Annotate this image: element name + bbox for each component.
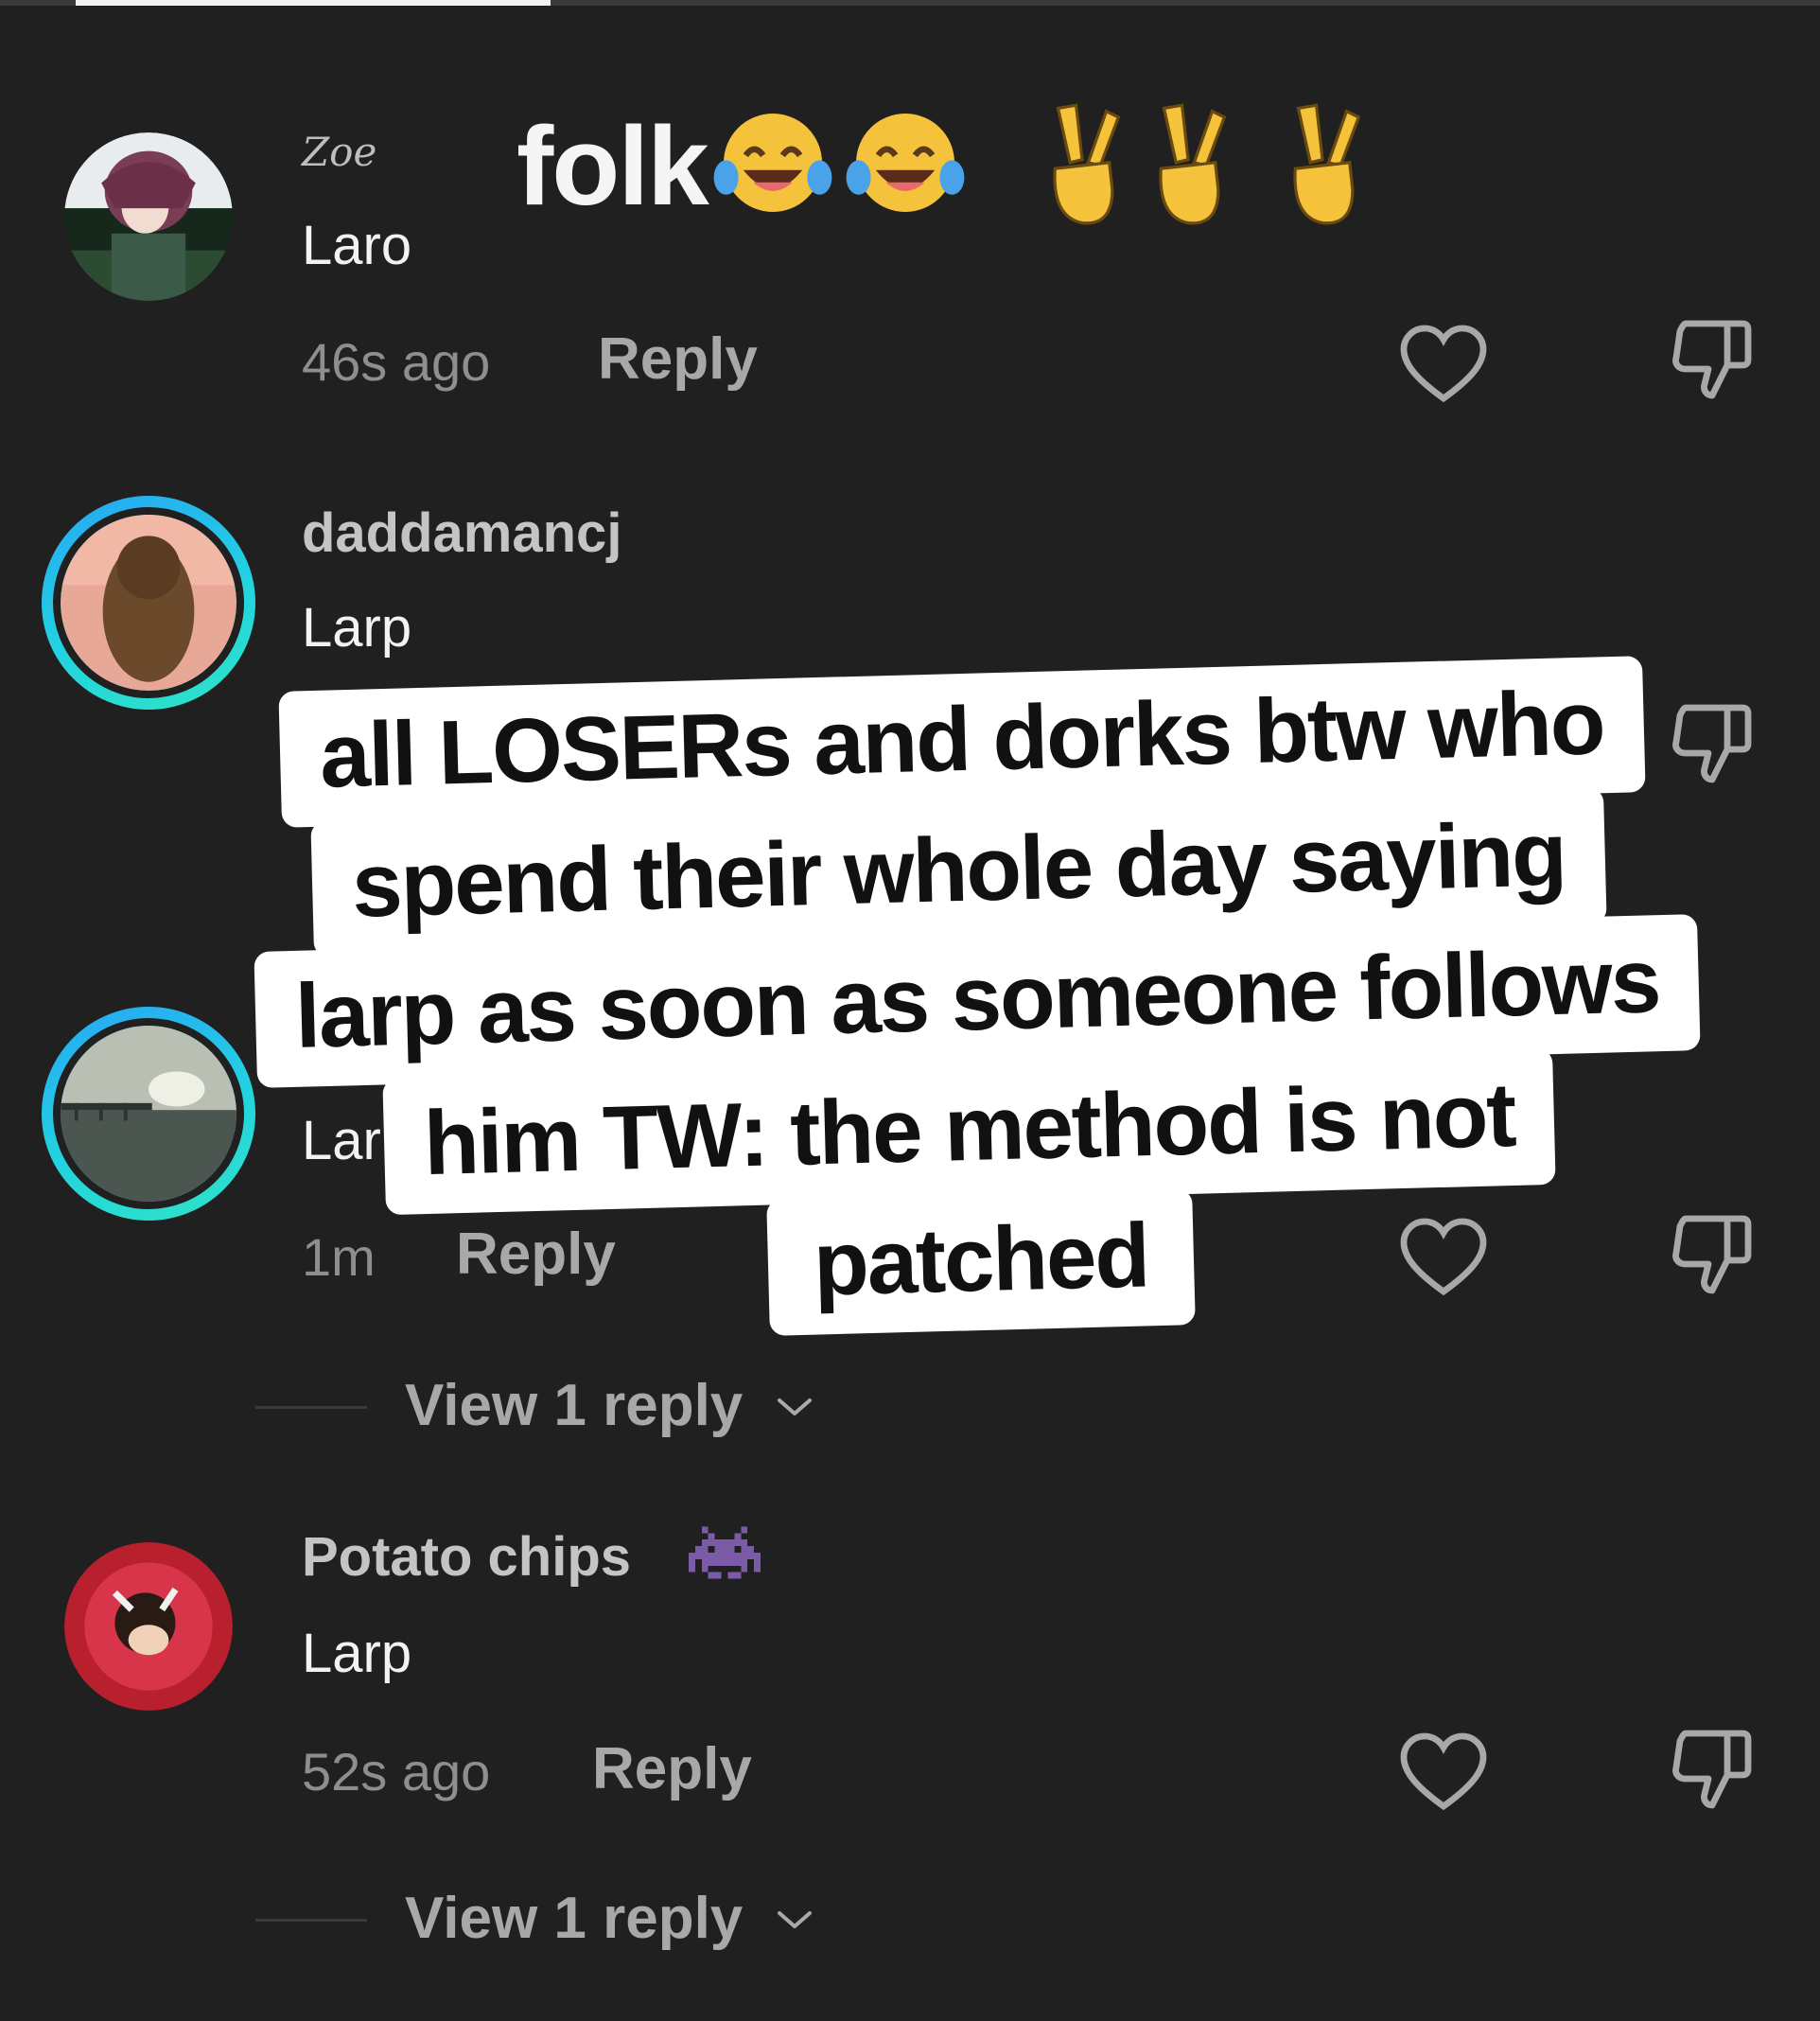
divider <box>255 1406 367 1409</box>
timestamp: 52s ago <box>302 1742 491 1801</box>
tears-of-joy-emoji <box>846 114 965 212</box>
overlay-title-text: folk <box>516 104 709 229</box>
thumbs-down-icon[interactable] <box>1667 696 1758 787</box>
overlay-caption-line: patched <box>766 1188 1196 1336</box>
avatar[interactable] <box>42 1007 255 1221</box>
view-replies-button[interactable]: View 1 reply <box>255 1368 918 1444</box>
thumbs-down-icon[interactable] <box>1667 1207 1758 1298</box>
space-invader-icon <box>689 1526 761 1579</box>
victory-hand-emoji <box>1293 103 1361 225</box>
username[interactable]: daddamancj <box>302 501 621 565</box>
view-replies-label: View 1 reply <box>405 1373 744 1438</box>
tab-bar-indicator <box>76 0 551 6</box>
anime-character-red-avatar <box>64 1542 233 1711</box>
anime-girl-avatar <box>64 132 233 301</box>
thumbs-down-icon[interactable] <box>1667 312 1758 403</box>
view-replies-label: View 1 reply <box>405 1886 744 1951</box>
reply-button[interactable]: Reply <box>598 325 758 393</box>
long-hair-person-avatar <box>61 515 236 691</box>
heart-icon[interactable] <box>1398 1215 1489 1300</box>
reply-button[interactable]: Reply <box>592 1735 752 1802</box>
avatar[interactable] <box>42 496 255 710</box>
username[interactable]: Potato chips <box>302 1525 631 1589</box>
victory-hand-emoji <box>1159 103 1227 225</box>
comment-text: Lar <box>302 1110 381 1171</box>
sea-pier-avatar <box>61 1026 236 1202</box>
timestamp: 46s ago <box>302 332 491 392</box>
comment-text: Laro <box>302 215 412 276</box>
avatar[interactable] <box>64 1542 233 1711</box>
victory-hand-emoji <box>1053 103 1121 225</box>
chevron-down-icon <box>778 1398 812 1415</box>
comment-text: Larp <box>302 597 412 659</box>
heart-icon[interactable] <box>1398 1730 1489 1815</box>
username[interactable]: Zoe <box>302 129 376 175</box>
view-replies-button[interactable]: View 1 reply <box>255 1881 918 1957</box>
tears-of-joy-emoji <box>713 114 832 212</box>
avatar[interactable] <box>64 132 233 301</box>
timestamp: 1m <box>302 1227 376 1287</box>
heart-icon[interactable] <box>1398 322 1489 407</box>
divider <box>255 1919 367 1922</box>
chevron-down-icon <box>778 1911 812 1928</box>
comment-text: Larp <box>302 1623 412 1684</box>
thumbs-down-icon[interactable] <box>1667 1722 1758 1813</box>
reply-button[interactable]: Reply <box>456 1221 616 1288</box>
